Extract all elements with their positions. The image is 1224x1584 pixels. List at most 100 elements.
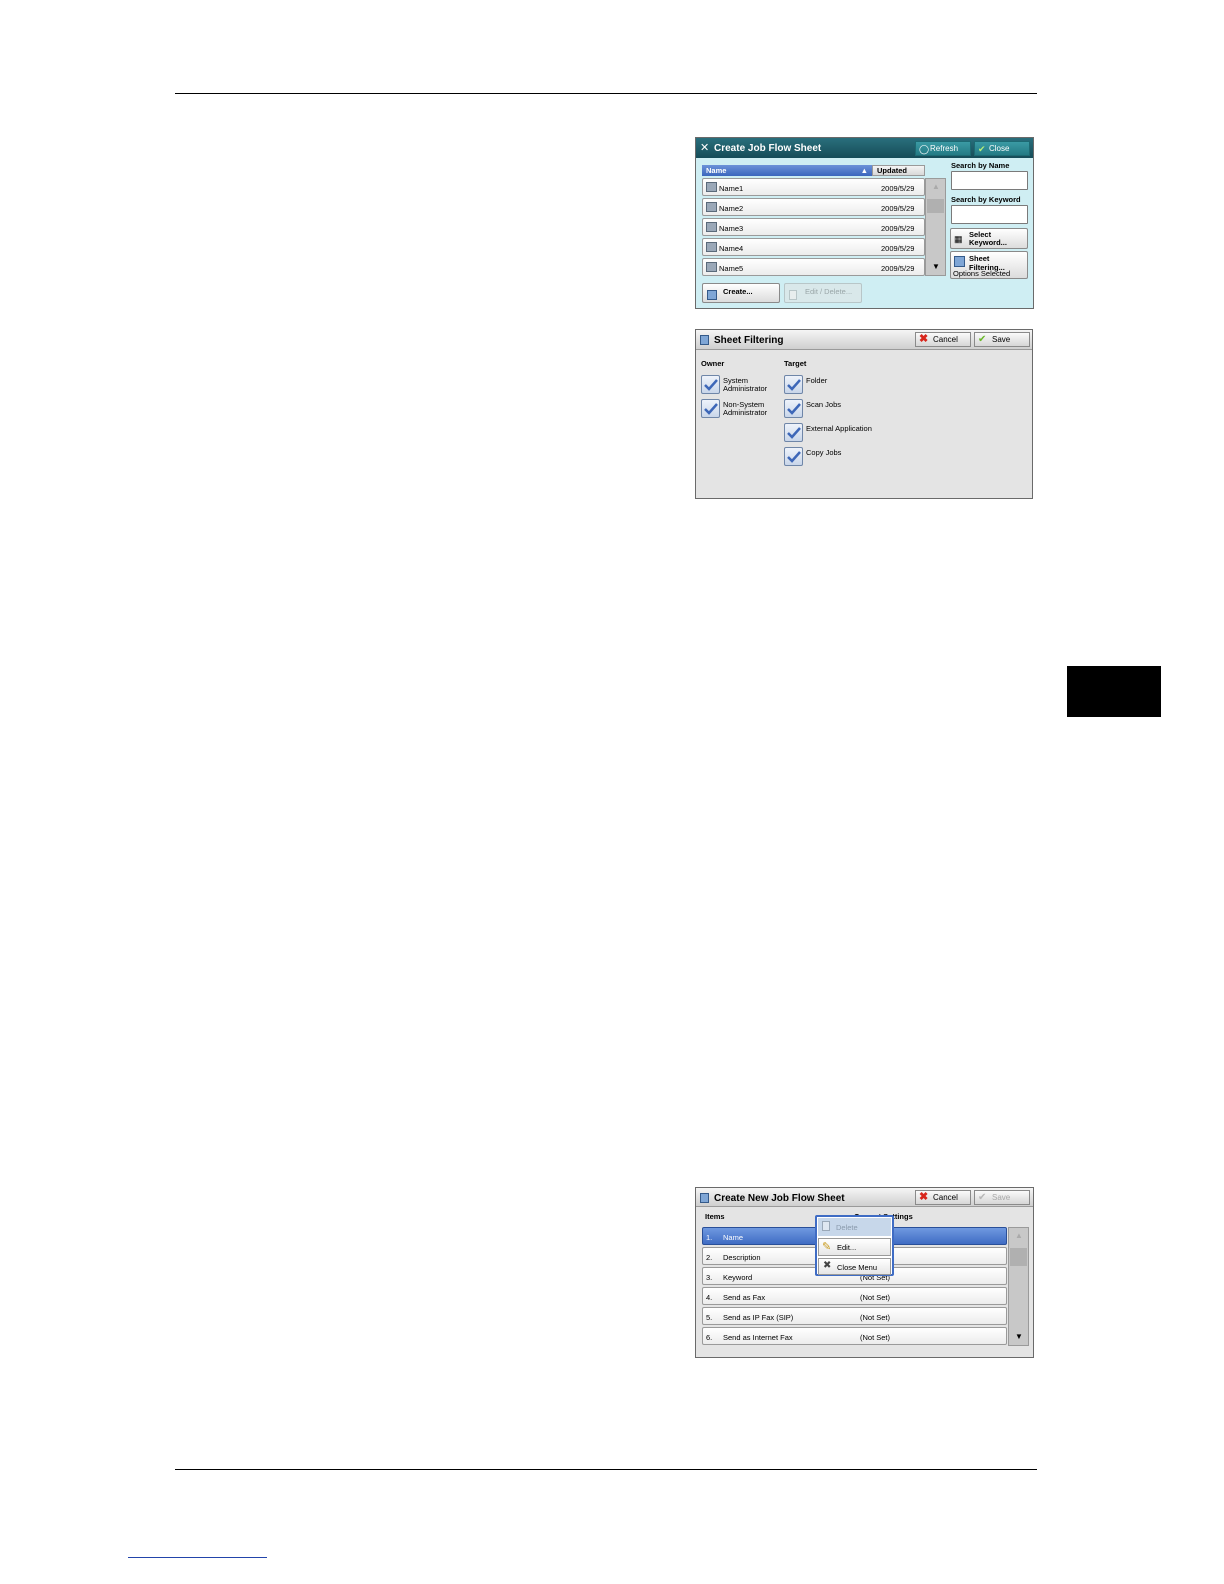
scan-jobs-checkbox[interactable] — [784, 399, 803, 418]
save-check-icon: ✔ — [978, 1192, 987, 1203]
delete-menu-item[interactable]: Delete — [818, 1218, 891, 1236]
list-item[interactable]: Name5 2009/5/29 — [702, 258, 925, 276]
row-date: 2009/5/29 — [881, 244, 915, 253]
filter-sheet-icon — [954, 256, 965, 267]
pencil-icon: ✎ — [822, 1241, 832, 1253]
title-bar: Sheet Filtering ✖ Cancel ✔ Save — [696, 330, 1032, 350]
refresh-button[interactable]: ◯ Refresh — [915, 141, 971, 156]
create-sheet-icon — [707, 290, 717, 300]
panel-title: Create Job Flow Sheet — [714, 143, 822, 154]
column-header-updated[interactable]: Updated — [872, 165, 925, 176]
row-item: Send as Internet Fax — [723, 1333, 793, 1342]
external-application-checkbox[interactable] — [784, 423, 803, 442]
checkmark-icon — [704, 379, 718, 391]
edit-delete-button[interactable]: Edit / Delete... — [784, 283, 862, 303]
non-system-administrator-checkbox[interactable] — [701, 399, 720, 418]
row-name: Name1 — [719, 184, 744, 193]
chapter-tab-marker — [1067, 666, 1161, 717]
list-item[interactable]: Name1 2009/5/29 — [702, 178, 925, 196]
check-icon: ✔ — [978, 144, 986, 154]
edit-label: Edit... — [837, 1243, 857, 1252]
edit-sheet-icon — [789, 290, 797, 300]
row-date: 2009/5/29 — [881, 224, 915, 233]
table-row[interactable]: 4. Send as Fax (Not Set) — [702, 1287, 1007, 1305]
copy-jobs-checkbox[interactable] — [784, 447, 803, 466]
sheet-icon — [700, 335, 709, 345]
close-menu-item[interactable]: ✖ Close Menu — [818, 1258, 891, 1275]
job-sheet-icon — [706, 202, 717, 212]
panel-title: Sheet Filtering — [714, 335, 784, 346]
footer-link-underline — [128, 1557, 267, 1558]
row-name: Name2 — [719, 204, 744, 213]
scroll-down-icon: ▼ — [932, 262, 940, 271]
search-by-keyword-label: Search by Keyword — [951, 195, 1021, 204]
row-name: Name4 — [719, 244, 744, 253]
sheet-filtering-button[interactable]: Sheet Filtering... Options Selected — [950, 251, 1028, 279]
delete-icon — [822, 1221, 830, 1231]
save-check-icon: ✔ — [978, 334, 987, 345]
close-label: Close — [989, 144, 1010, 153]
context-menu: Delete ✎ Edit... ✖ Close Menu — [815, 1215, 894, 1276]
system-administrator-label: System Administrator — [723, 376, 768, 393]
checkmark-icon — [704, 403, 718, 415]
select-keyword-label: Select Keyword... — [969, 230, 1007, 247]
target-heading: Target — [784, 359, 807, 368]
edit-menu-item[interactable]: ✎ Edit... — [818, 1238, 891, 1256]
create-button[interactable]: Create... — [702, 283, 780, 303]
scroll-up-icon: ▲ — [1015, 1231, 1023, 1240]
job-sheet-icon — [706, 262, 717, 272]
close-button[interactable]: ✔ Close — [974, 141, 1030, 156]
search-by-keyword-field[interactable] — [951, 205, 1028, 224]
list-scrollbar[interactable]: ▲ ▼ — [925, 178, 946, 276]
table-row[interactable]: 6. Send as Internet Fax (Not Set) — [702, 1327, 1007, 1345]
close-menu-label: Close Menu — [837, 1263, 878, 1272]
row-name: Name5 — [719, 264, 744, 273]
cancel-icon: ✖ — [919, 1191, 929, 1203]
title-bar: Create New Job Flow Sheet ✖ Cancel ✔ Sav… — [696, 1188, 1033, 1207]
save-button[interactable]: ✔ Save — [974, 332, 1030, 347]
job-sheet-icon — [706, 182, 717, 192]
job-sheet-icon — [706, 222, 717, 232]
external-application-label: External Application — [806, 424, 872, 433]
checkmark-icon — [787, 451, 801, 463]
row-item: Description — [723, 1253, 761, 1262]
column-header-name[interactable]: Name ▲ — [702, 165, 872, 176]
row-value: (Not Set) — [860, 1333, 891, 1342]
row-number: 5. — [706, 1313, 713, 1322]
create-job-flow-sheet-panel: ✕ Create Job Flow Sheet ◯ Refresh ✔ Clos… — [695, 137, 1034, 309]
search-by-name-field[interactable] — [951, 171, 1028, 190]
cancel-button[interactable]: ✖ Cancel — [915, 332, 971, 347]
edit-delete-label: Edit / Delete... — [805, 287, 853, 296]
checkmark-icon — [787, 379, 801, 391]
select-keyword-button[interactable]: ▦ Select Keyword... — [950, 228, 1028, 249]
save-button[interactable]: ✔ Save — [974, 1190, 1030, 1205]
table-row[interactable]: 5. Send as IP Fax (SIP) (Not Set) — [702, 1307, 1007, 1325]
cancel-button[interactable]: ✖ Cancel — [915, 1190, 971, 1205]
scroll-down-icon: ▼ — [1015, 1332, 1023, 1341]
scroll-thumb[interactable] — [927, 199, 944, 213]
checkmark-icon — [787, 427, 801, 439]
job-sheet-icon — [706, 242, 717, 252]
row-item: Keyword — [723, 1273, 753, 1282]
table-scrollbar[interactable]: ▲ ▼ — [1008, 1227, 1029, 1346]
list-item[interactable]: Name3 2009/5/29 — [702, 218, 925, 236]
sort-ascending-icon: ▲ — [860, 166, 868, 175]
create-label: Create... — [723, 287, 753, 296]
row-value: (Not Set) — [860, 1293, 891, 1302]
row-name: Name3 — [719, 224, 744, 233]
sheet-icon — [700, 1193, 709, 1203]
footer-rule — [175, 1469, 1037, 1470]
row-date: 2009/5/29 — [881, 184, 915, 193]
row-number: 3. — [706, 1273, 713, 1282]
row-item: Send as IP Fax (SIP) — [723, 1313, 794, 1322]
refresh-icon: ◯ — [919, 144, 930, 154]
close-menu-icon: ✖ — [823, 1260, 832, 1271]
folder-checkbox[interactable] — [784, 375, 803, 394]
system-administrator-checkbox[interactable] — [701, 375, 720, 394]
row-number: 1. — [706, 1233, 713, 1242]
list-item[interactable]: Name2 2009/5/29 — [702, 198, 925, 216]
scroll-thumb[interactable] — [1010, 1248, 1027, 1266]
options-selected-text: Options Selected — [953, 269, 1011, 278]
list-item[interactable]: Name4 2009/5/29 — [702, 238, 925, 256]
save-label: Save — [992, 1193, 1011, 1202]
